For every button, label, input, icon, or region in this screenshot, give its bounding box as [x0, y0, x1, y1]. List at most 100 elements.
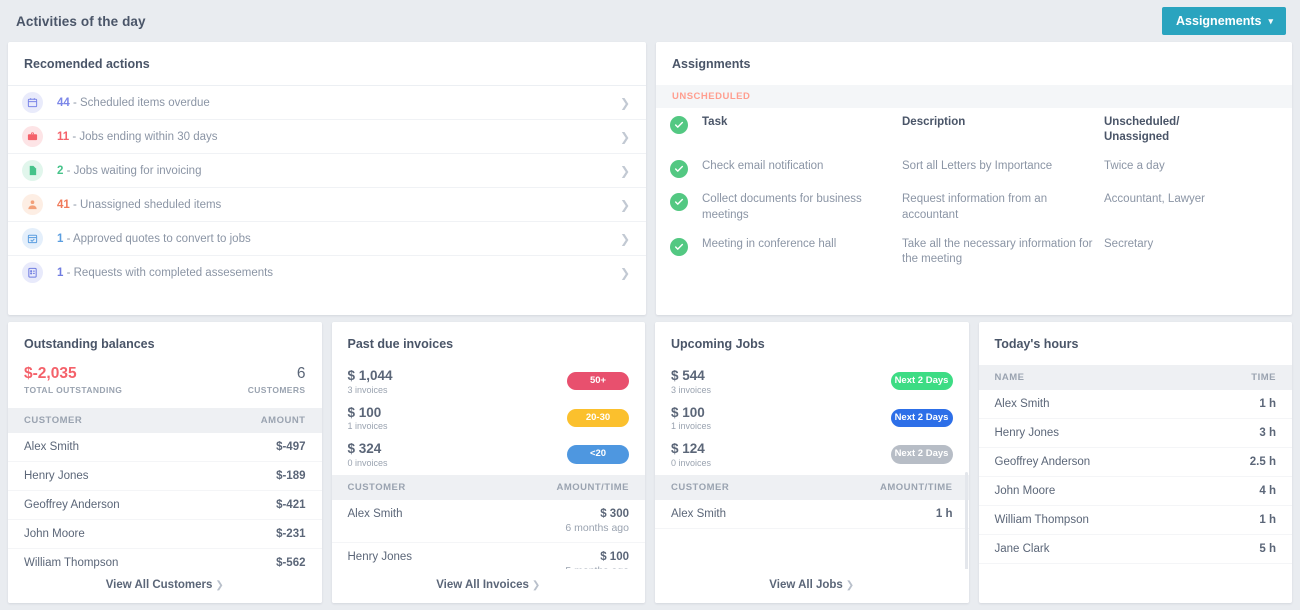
document-icon [22, 160, 43, 181]
column-header-customer: CUSTOMER [24, 415, 83, 427]
row-value: $-497 [276, 441, 306, 454]
bucket-amount: $ 324 [347, 441, 382, 457]
status-badge[interactable]: Next 2 Days [890, 445, 953, 464]
clipboard-icon [22, 262, 43, 283]
recommended-action-label: 1 - Approved quotes to convert to jobs [57, 232, 251, 245]
row-value: 1 h [1259, 398, 1276, 410]
status-badge[interactable]: 50+ [567, 372, 629, 391]
table-row[interactable]: Alex Smith $ 300 6 months ago [331, 500, 645, 543]
recommended-action-item[interactable]: 44 - Scheduled items overdue ❯ [8, 85, 646, 119]
table-row[interactable]: Geoffrey Anderson 2.5 h [978, 448, 1292, 477]
outstanding-balances-title: Outstanding balances [24, 337, 155, 351]
chevron-right-icon: ❯ [531, 580, 541, 591]
bucket-sublabel: 0 invoices [347, 457, 388, 468]
todays-hours-table-header: NAME TIME [978, 365, 1292, 390]
table-row[interactable]: Alex Smith $-497 [8, 433, 322, 463]
table-row[interactable]: Alex Smith 1 h [655, 500, 969, 529]
bucket-row: $ 544 3 invoices Next 2 Days [671, 365, 953, 402]
assignments-card: Assignments UNSCHEDULED Task Description… [656, 42, 1292, 315]
past-due-buckets: $ 1,044 3 invoices 50+ $ 100 1 invoices 20-30… [332, 365, 646, 475]
column-header-task: Task [702, 116, 728, 128]
assignments-button[interactable]: Assignements ▾ [1162, 6, 1286, 36]
upcoming-jobs-table-body: Alex Smith 1 h [655, 500, 969, 529]
chevron-right-icon[interactable]: ❯ [620, 97, 630, 109]
check-circle-icon [670, 193, 688, 212]
assignment-unscheduled: Twice a day [1104, 160, 1165, 173]
recommended-actions-list: 44 - Scheduled items overdue ❯ 11 - Jobs e… [8, 85, 646, 289]
row-value: 4 h [1259, 485, 1276, 497]
row-name: Jane Clark [994, 543, 1050, 555]
past-due-invoices-title: Past due invoices [347, 337, 454, 351]
customer-count: 6 [296, 365, 306, 382]
view-all-invoices-link[interactable]: View All Invoices ❯ [331, 569, 645, 603]
row-value: $-421 [276, 499, 306, 512]
page-title: Activities of the day [16, 13, 146, 29]
column-header-customer: CUSTOMER [347, 481, 406, 493]
past-due-invoices-card: Past due invoices $ 1,044 3 invoices 50+ $ … [331, 322, 646, 603]
row-value: $-231 [276, 528, 306, 541]
table-row[interactable]: John Moore $-231 [8, 520, 322, 550]
row-value: 5 h [1259, 543, 1276, 555]
calendar-icon [22, 92, 43, 113]
recommended-action-item[interactable]: 2 - Jobs waiting for invoicing ❯ [8, 153, 646, 187]
chevron-right-icon[interactable]: ❯ [620, 131, 630, 143]
assignment-task: Collect documents for business meetings [702, 193, 862, 221]
assignments-title: Assignments [672, 57, 751, 71]
assignment-task: Check email notification [702, 160, 824, 173]
view-all-jobs-link[interactable]: View All Jobs ❯ [655, 569, 969, 603]
column-header-amount-time: AMOUNT/TIME [556, 481, 629, 493]
check-circle-icon [670, 160, 688, 179]
assignments-table: Task Description Unscheduled/Unassigned … [656, 108, 1292, 274]
briefcase-icon [22, 126, 43, 147]
row-value: 3 h [1259, 427, 1276, 439]
status-badge[interactable]: 20-30 [567, 408, 629, 427]
table-row[interactable]: John Moore 4 h [978, 477, 1292, 506]
chevron-right-icon[interactable]: ❯ [620, 267, 630, 279]
chevron-right-icon: ❯ [845, 580, 855, 591]
recommended-action-label: 1 - Requests with completed assesements [57, 266, 274, 279]
column-header-name: NAME [994, 372, 1025, 383]
bucket-amount: $ 544 [671, 368, 705, 383]
table-row[interactable]: Alex Smith 1 h [978, 390, 1292, 419]
row-name: John Moore [994, 485, 1056, 497]
table-row[interactable]: Geoffrey Anderson $-421 [8, 491, 322, 521]
recommended-action-item[interactable]: 1 - Approved quotes to convert to jobs ❯ [8, 221, 646, 255]
chevron-right-icon[interactable]: ❯ [620, 165, 630, 177]
bucket-amount-group: $ 124 0 invoices [671, 441, 711, 468]
recommended-action-item[interactable]: 41 - Unassigned sheduled items ❯ [8, 187, 646, 221]
past-due-table-header: CUSTOMER AMOUNT/TIME [331, 474, 645, 500]
check-circle-icon [670, 237, 688, 256]
assignments-button-label: Assignements [1176, 13, 1262, 28]
bucket-row: $ 324 0 invoices <20 [347, 438, 629, 475]
table-row[interactable]: Henry Jones $-189 [8, 462, 322, 492]
upcoming-jobs-card: Upcoming Jobs $ 544 3 invoices Next 2 Days… [655, 322, 969, 603]
outstanding-table-header: CUSTOMER AMOUNT [8, 408, 322, 434]
customer-count-label: CUSTOMERS [247, 385, 306, 396]
todays-hours-table-body: Alex Smith 1 h Henry Jones 3 h Geoffrey Ande… [978, 390, 1292, 564]
column-header-amount-time: AMOUNT/TIME [879, 481, 953, 493]
table-row[interactable]: Jane Clark 5 h [978, 535, 1292, 564]
assignment-row[interactable]: Check email notification Sort all Letters… [656, 152, 1292, 185]
column-header-customer: CUSTOMER [671, 481, 730, 493]
table-row[interactable]: Henry Jones 3 h [978, 419, 1292, 448]
column-header-description: Description [902, 116, 966, 128]
recommended-action-item[interactable]: 11 - Jobs ending within 30 days ❯ [8, 119, 646, 153]
status-badge[interactable]: Next 2 Days [890, 408, 953, 427]
bucket-sublabel: 1 invoices [671, 421, 712, 432]
top-panels-row: Recomended actions 44 - Scheduled items … [0, 42, 1300, 315]
view-all-customers-label: View All Customers [105, 579, 213, 591]
assignment-row[interactable]: Collect documents for business meetings R… [656, 185, 1292, 229]
view-all-customers-link[interactable]: View All Customers ❯ [8, 569, 322, 603]
status-badge[interactable]: Next 2 Days [890, 372, 953, 391]
calendar-check-icon [22, 228, 43, 249]
status-badge[interactable]: <20 [567, 445, 629, 464]
recommended-action-label: 11 - Jobs ending within 30 days [57, 130, 218, 143]
scrollbar[interactable] [964, 472, 968, 582]
chevron-right-icon[interactable]: ❯ [620, 199, 630, 211]
chevron-right-icon[interactable]: ❯ [620, 233, 630, 245]
table-row[interactable]: William Thompson 1 h [978, 506, 1292, 535]
recommended-action-item[interactable]: 1 - Requests with completed assesements ❯ [8, 255, 646, 289]
assignments-table-header: Task Description Unscheduled/Unassigned [656, 108, 1292, 152]
assignment-row[interactable]: Meeting in conference hall Take all the n… [656, 230, 1292, 274]
bucket-amount: $ 1,044 [347, 368, 393, 383]
